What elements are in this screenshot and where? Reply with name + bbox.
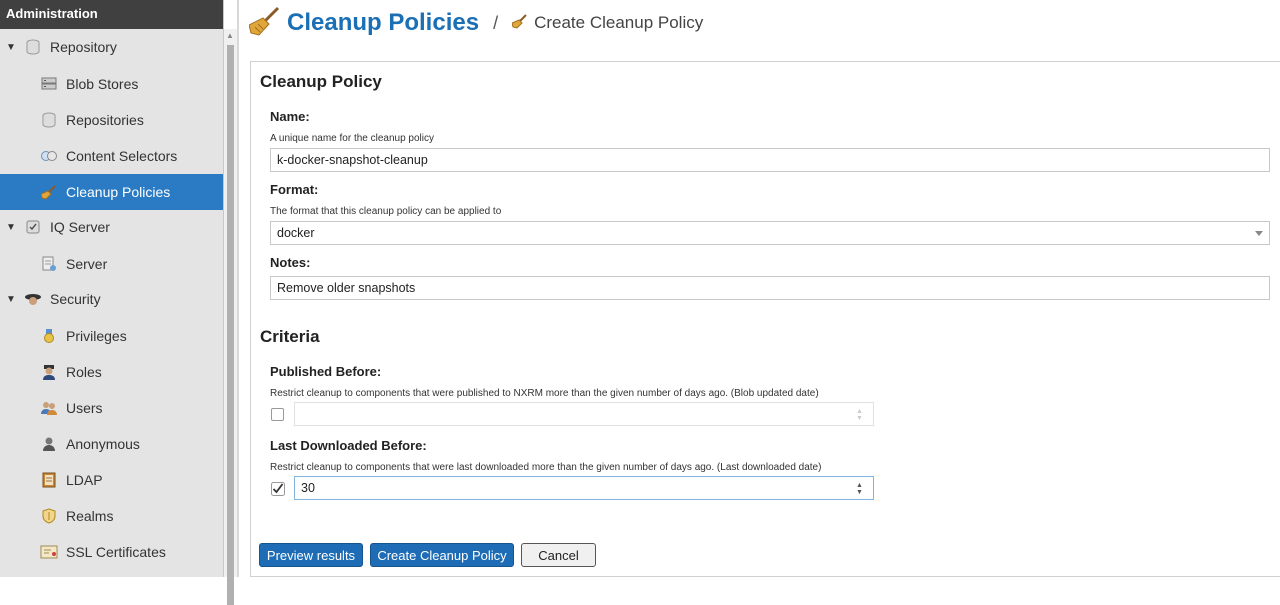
format-help-text: The format that this cleanup policy can … — [270, 206, 502, 217]
published-before-checkbox[interactable] — [271, 408, 284, 421]
published-before-label: Published Before: — [270, 364, 382, 379]
server-icon — [40, 75, 58, 93]
name-help-text: A unique name for the cleanup policy — [270, 133, 434, 144]
published-before-help-text: Restrict cleanup to components that were… — [270, 388, 819, 399]
breadcrumb-separator: / — [493, 12, 499, 33]
sidebar-item-label: SSL Certificates — [66, 544, 166, 560]
breadcrumb-root-link[interactable]: Cleanup Policies — [287, 9, 479, 37]
section-title-criteria: Criteria — [260, 327, 320, 346]
sidebar-scrollbar[interactable]: ▲ — [224, 29, 237, 605]
sidebar-item-repositories[interactable]: Repositories — [0, 102, 223, 138]
cleanup-policy-form: Cleanup Policy Name: A unique name for t… — [250, 61, 1280, 577]
sidebar-item-label: Anonymous — [66, 436, 140, 452]
book-icon — [40, 471, 58, 489]
create-cleanup-policy-button[interactable]: Create Cleanup Policy — [370, 543, 514, 567]
published-before-input[interactable] — [294, 402, 874, 426]
sidebar-item-realms[interactable]: Realms — [0, 498, 223, 534]
format-select-value: docker — [277, 226, 315, 240]
name-input[interactable]: k-docker-snapshot-cleanup — [270, 148, 1270, 172]
sidebar-item-content-selectors[interactable]: Content Selectors — [0, 138, 223, 174]
sidebar-header: Administration — [0, 0, 223, 29]
sidebar-item-label: Security — [50, 291, 101, 307]
expand-triangle-icon[interactable]: ▼ — [6, 42, 16, 53]
breadcrumb: Cleanup Policies / Create Cleanup Policy — [248, 5, 704, 42]
sidebar-item-label: IQ Server — [50, 219, 110, 235]
sidebar-item-blob-stores[interactable]: Blob Stores — [0, 66, 223, 102]
role-icon — [40, 363, 58, 381]
sidebar-item-server[interactable]: Server — [0, 246, 223, 282]
sidebar-item-privileges[interactable]: Privileges — [0, 318, 223, 354]
scroll-up-icon[interactable]: ▲ — [226, 31, 234, 40]
sidebar-item-label: Users — [66, 400, 103, 416]
broom-icon — [40, 183, 58, 201]
users-icon — [40, 399, 58, 417]
security-icon — [24, 290, 42, 308]
breadcrumb-current: Create Cleanup Policy — [534, 13, 704, 32]
sidebar-item-label: Blob Stores — [66, 76, 139, 92]
sidebar-item-label: Server — [66, 256, 108, 272]
last-downloaded-before-label: Last Downloaded Before: — [270, 438, 427, 453]
sidebar-item-label: LDAP — [66, 472, 103, 488]
shield-icon — [40, 507, 58, 525]
sidebar-item-ldap[interactable]: LDAP — [0, 462, 223, 498]
sidebar-item-label: Privileges — [66, 328, 127, 344]
broom-icon — [248, 5, 281, 42]
notes-label: Notes: — [270, 255, 311, 270]
sidebar-item-roles[interactable]: Roles — [0, 354, 223, 390]
notes-input[interactable]: Remove older snapshots — [270, 276, 1270, 300]
scrollbar-thumb[interactable] — [227, 45, 234, 605]
broom-icon — [511, 13, 528, 34]
medal-icon — [40, 327, 58, 345]
last-downloaded-before-checkbox[interactable] — [271, 482, 285, 496]
database-icon — [24, 38, 42, 56]
expand-triangle-icon[interactable]: ▼ — [6, 294, 16, 305]
format-label: Format: — [270, 182, 319, 197]
sidebar-item-ssl-certificates[interactable]: SSL Certificates — [0, 534, 223, 570]
last-downloaded-before-help-text: Restrict cleanup to components that were… — [270, 462, 822, 473]
admin-sidebar: Administration ▼ Repository Blob Stores … — [0, 0, 224, 577]
sidebar-item-label: Roles — [66, 364, 102, 380]
preview-results-button[interactable]: Preview results — [259, 543, 363, 567]
sidebar-item-label: Realms — [66, 508, 114, 524]
sidebar-item-anonymous[interactable]: Anonymous — [0, 426, 223, 462]
sidebar-item-cleanup-policies[interactable]: Cleanup Policies — [0, 174, 223, 210]
last-downloaded-before-input[interactable]: 30 — [294, 476, 874, 500]
certificate-icon — [40, 543, 58, 561]
sidebar-item-security[interactable]: ▼ Security — [0, 281, 223, 317]
expand-triangle-icon[interactable]: ▼ — [6, 222, 16, 233]
sidebar-item-label: Content Selectors — [66, 148, 178, 164]
cancel-button[interactable]: Cancel — [521, 543, 596, 567]
sidebar-item-users[interactable]: Users — [0, 390, 223, 426]
selectors-icon — [40, 147, 58, 165]
main-content: Cleanup Policies / Create Cleanup Policy… — [239, 0, 1280, 577]
checkmark-icon — [271, 482, 285, 496]
sidebar-item-iq-server[interactable]: ▼ IQ Server — [0, 209, 223, 245]
published-before-spinner-icon[interactable]: ▲ ▼ — [856, 408, 863, 422]
iq-icon — [24, 218, 42, 236]
format-select[interactable]: docker — [270, 221, 1270, 245]
last-downloaded-before-spinner-icon[interactable]: ▲ ▼ — [856, 482, 863, 496]
section-title-cleanup-policy: Cleanup Policy — [260, 72, 382, 91]
sidebar-item-repository[interactable]: ▼ Repository — [0, 29, 223, 65]
user-icon — [40, 435, 58, 453]
database-icon — [40, 111, 58, 129]
sidebar-item-label: Repository — [50, 39, 117, 55]
sidebar-item-label: Cleanup Policies — [66, 184, 171, 200]
name-label: Name: — [270, 109, 310, 124]
chevron-down-icon[interactable] — [1255, 231, 1263, 236]
sidebar-item-label: Repositories — [66, 112, 144, 128]
server-doc-icon — [40, 255, 58, 273]
